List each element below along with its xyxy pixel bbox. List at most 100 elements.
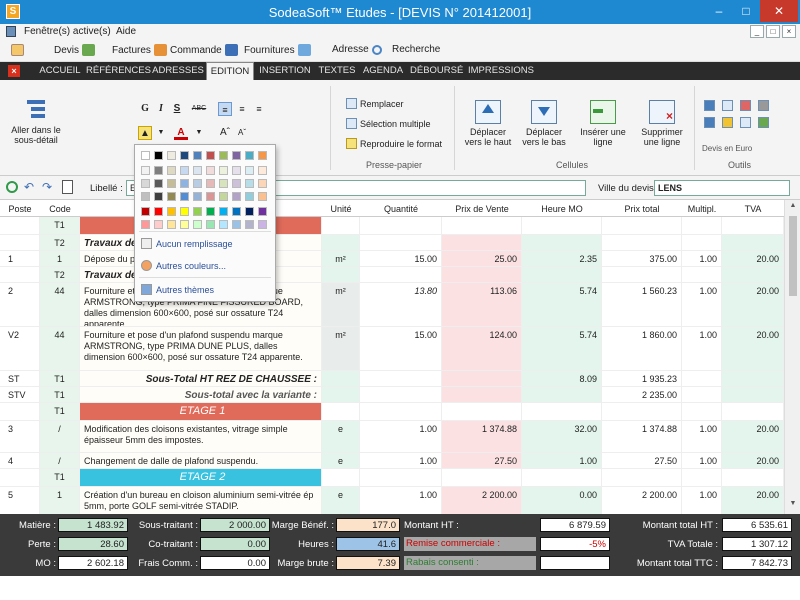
undo-icon[interactable]: ↶ [24,181,34,193]
redo-icon[interactable]: ↷ [42,181,52,193]
tab-adresses[interactable]: ADRESSES [152,62,204,80]
color-swatch[interactable] [232,179,241,188]
color-swatch[interactable] [219,220,228,229]
cell-code[interactable]: T2 [40,235,80,251]
fill-color-icon[interactable]: ▲ [138,126,152,140]
cell-hmo[interactable] [522,469,602,487]
cell-hmo[interactable]: 5.74 [522,327,602,371]
inserer-ligne-button[interactable]: Insérer une ligne [576,100,630,147]
cell-hmo[interactable] [522,217,602,235]
font-color-icon[interactable]: A [174,126,188,140]
cell-pv[interactable] [442,217,522,235]
color-swatch[interactable] [258,166,267,175]
scroll-down-icon[interactable]: ▼ [785,500,800,512]
cell-qte[interactable] [360,235,442,251]
cell-unite[interactable]: e [322,453,360,469]
cell-hmo[interactable] [522,267,602,283]
color-swatch[interactable] [245,192,254,201]
cell-tva[interactable] [722,371,784,387]
cell-qte[interactable]: 1.00 [360,453,442,469]
color-swatch[interactable] [206,220,215,229]
cell-qte[interactable]: 15.00 [360,251,442,267]
cell-text[interactable]: Sous-total avec la variante : [80,387,322,403]
cell-poste[interactable]: 4 [0,453,40,469]
remise-input[interactable]: -5% [540,537,610,551]
cell-pv[interactable]: 113.06 [442,283,522,327]
cell-tva[interactable] [722,235,784,251]
cell-pt[interactable]: 1 935.23 [602,371,682,387]
color-swatch[interactable] [141,179,150,188]
cell-code[interactable]: / [40,421,80,453]
ville-input[interactable]: LENS [654,180,790,196]
cell-text[interactable]: Changement de dalle de plafond suspendu. [80,453,322,469]
cell-tva[interactable] [722,387,784,403]
cell-unite[interactable] [322,469,360,487]
cell-code[interactable]: 1 [40,487,80,514]
color-swatch[interactable] [180,151,189,160]
color-swatch[interactable] [167,207,176,216]
supprimer-ligne-button[interactable]: × Supprimer une ligne [636,100,688,147]
cell-poste[interactable] [0,217,40,235]
cell-tva[interactable] [722,267,784,283]
cell-unite[interactable]: e [322,421,360,453]
table-row[interactable]: V2 44 Fourniture et pose d'un plafond susp… [0,327,784,371]
color-swatch[interactable] [258,207,267,216]
cell-hmo[interactable] [522,387,602,403]
color-swatch[interactable] [219,179,228,188]
color-swatch[interactable] [219,166,228,175]
cell-qte[interactable] [360,217,442,235]
cell-qte[interactable] [360,469,442,487]
cell-pv[interactable]: 1 374.88 [442,421,522,453]
cell-qte[interactable]: 1.00 [360,487,442,514]
currency-icon[interactable] [704,100,715,111]
cell-mult[interactable]: 1.00 [682,251,722,267]
close-window-button[interactable]: ✕ [760,0,798,22]
selection-multiple-button[interactable]: Sélection multiple [346,118,431,129]
cell-pt[interactable] [602,403,682,421]
no-fill-option[interactable]: Aucun remplissage [141,238,233,249]
cell-text[interactable]: ETAGE 2 [80,469,322,487]
color-swatch[interactable] [232,220,241,229]
tab-debourse[interactable]: DÉBOURSÉ [410,62,463,80]
font-shrink-icon[interactable]: Aˇ [235,126,249,140]
toolbar-commande[interactable]: Commande [170,44,241,56]
mdi-minimize-button[interactable]: _ [750,25,764,38]
cell-hmo[interactable] [522,403,602,421]
cell-text[interactable]: Modification des cloisons existantes, vi… [80,421,322,453]
cell-poste[interactable]: 1 [0,251,40,267]
color-swatch[interactable] [193,207,202,216]
cell-unite[interactable]: m² [322,283,360,327]
cell-qte[interactable] [360,403,442,421]
table-row[interactable]: ST T1 Sous-Total HT REZ DE CHAUSSEE : 8.09 1… [0,371,784,387]
align-center-icon[interactable]: ≡ [235,102,249,116]
cell-pv[interactable] [442,387,522,403]
cell-mult[interactable]: 1.00 [682,327,722,371]
cell-pv[interactable]: 2 200.00 [442,487,522,514]
cell-pt[interactable]: 1 860.00 [602,327,682,371]
copy-icon[interactable] [722,100,733,111]
tab-impressions[interactable]: IMPRESSIONS [468,62,534,80]
cell-mult[interactable] [682,235,722,251]
cell-tva[interactable]: 20.00 [722,453,784,469]
cell-qte[interactable]: 13.80 [360,283,442,327]
color-swatch[interactable] [245,207,254,216]
tab-references[interactable]: RÉFÉRENCES [86,62,151,80]
cell-unite[interactable]: e [322,487,360,514]
cell-qte[interactable]: 1.00 [360,421,442,453]
cell-poste[interactable]: V2 [0,327,40,371]
cell-tva[interactable] [722,469,784,487]
cell-pv[interactable]: 25.00 [442,251,522,267]
cell-code[interactable]: T1 [40,469,80,487]
cell-pv[interactable]: 27.50 [442,453,522,469]
toolbar-adresse[interactable]: Adresse [332,44,385,55]
cell-mult[interactable]: 1.00 [682,487,722,514]
cell-mult[interactable]: 1.00 [682,283,722,327]
spreadsheet-icon[interactable] [758,117,769,128]
scroll-up-icon[interactable]: ▲ [785,202,800,214]
reproduire-format-button[interactable]: Reproduire le format [346,138,442,149]
strike-button[interactable]: S [170,102,184,116]
cell-code[interactable]: T2 [40,267,80,283]
fill-dropdown-icon[interactable]: ▼ [154,126,168,140]
color-swatch[interactable] [258,179,267,188]
color-swatch[interactable] [258,192,267,201]
